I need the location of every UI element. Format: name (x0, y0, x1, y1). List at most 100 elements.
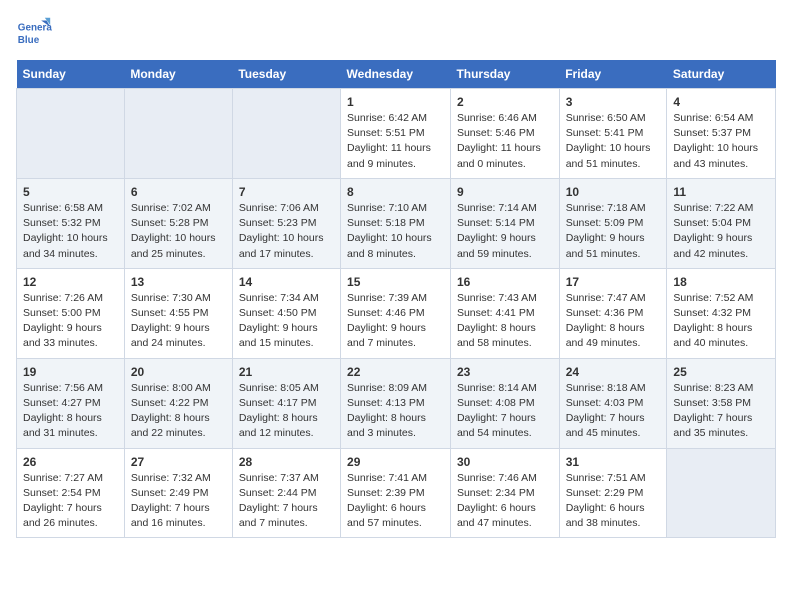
day-number: 23 (457, 365, 553, 379)
day-info: Sunrise: 8:14 AM Sunset: 4:08 PM Dayligh… (457, 381, 553, 442)
calendar-cell: 21Sunrise: 8:05 AM Sunset: 4:17 PM Dayli… (232, 358, 340, 448)
calendar-cell: 29 Sunrise: 7:41 AM Sunset: 2:39 PM Dayli… (341, 448, 451, 538)
day-number: 17 (566, 275, 661, 289)
calendar-cell: 16 Sunrise: 7:43 AM Sunset: 4:41 PM Dayli… (450, 268, 559, 358)
week-row-1: 5 Sunrise: 6:58 AM Sunset: 5:32 PM Daylig… (17, 178, 776, 268)
day-info: Sunrise: 6:58 AM Sunset: 5:32 PM Dayligh… (23, 201, 118, 262)
day-headers-row: SundayMondayTuesdayWednesdayThursdayFrid… (17, 60, 776, 89)
day-info: Sunrise: 7:22 AM Sunset: 5:04 PM Dayligh… (673, 201, 769, 262)
calendar-cell: 27Sunrise: 7:32 AM Sunset: 2:49 PM Dayli… (124, 448, 232, 538)
day-number: 14 (239, 275, 334, 289)
calendar-cell (17, 89, 125, 179)
day-info: Sunrise: 7:02 AM Sunset: 5:28 PM Dayligh… (131, 201, 226, 262)
calendar-cell: 15 Sunrise: 7:39 AM Sunset: 4:46 PM Dayli… (341, 268, 451, 358)
calendar-cell: 14Sunrise: 7:34 AM Sunset: 4:50 PM Dayli… (232, 268, 340, 358)
calendar-cell: 23 Sunrise: 8:14 AM Sunset: 4:08 PM Dayli… (450, 358, 559, 448)
day-info: Sunrise: 7:14 AM Sunset: 5:14 PM Dayligh… (457, 201, 553, 262)
logo-icon: General Blue (16, 16, 52, 52)
week-row-2: 12 Sunrise: 7:26 AM Sunset: 5:00 PM Dayli… (17, 268, 776, 358)
calendar-cell (124, 89, 232, 179)
day-number: 6 (131, 185, 226, 199)
calendar-cell: 28 Sunrise: 7:37 AM Sunset: 2:44 PM Dayli… (232, 448, 340, 538)
day-info: Sunrise: 7:51 AM Sunset: 2:29 PM Dayligh… (566, 471, 661, 532)
day-number: 26 (23, 455, 118, 469)
calendar-cell: 20 Sunrise: 8:00 AM Sunset: 4:22 PM Dayli… (124, 358, 232, 448)
day-number: 3 (566, 95, 661, 109)
day-number: 4 (673, 95, 769, 109)
day-number: 11 (673, 185, 769, 199)
calendar-cell: 8 Sunrise: 7:10 AM Sunset: 5:18 PM Daylig… (341, 178, 451, 268)
day-number: 12 (23, 275, 118, 289)
day-info: Sunrise: 6:42 AM Sunset: 5:51 PM Dayligh… (347, 111, 444, 172)
day-header-friday: Friday (559, 60, 667, 89)
calendar-cell: 31 Sunrise: 7:51 AM Sunset: 2:29 PM Dayli… (559, 448, 667, 538)
day-number: 24 (566, 365, 661, 379)
day-number: 28 (239, 455, 334, 469)
day-number: 15 (347, 275, 444, 289)
calendar-cell (667, 448, 776, 538)
calendar-cell: 9Sunrise: 7:14 AM Sunset: 5:14 PM Daylig… (450, 178, 559, 268)
day-number: 19 (23, 365, 118, 379)
day-number: 22 (347, 365, 444, 379)
calendar-cell: 26 Sunrise: 7:27 AM Sunset: 2:54 PM Dayli… (17, 448, 125, 538)
week-row-0: 1Sunrise: 6:42 AM Sunset: 5:51 PM Daylig… (17, 89, 776, 179)
day-number: 2 (457, 95, 553, 109)
day-number: 16 (457, 275, 553, 289)
calendar-table: SundayMondayTuesdayWednesdayThursdayFrid… (16, 60, 776, 538)
calendar-cell: 13 Sunrise: 7:30 AM Sunset: 4:55 PM Dayli… (124, 268, 232, 358)
calendar-cell: 19 Sunrise: 7:56 AM Sunset: 4:27 PM Dayli… (17, 358, 125, 448)
calendar-cell: 3 Sunrise: 6:50 AM Sunset: 5:41 PM Daylig… (559, 89, 667, 179)
calendar-cell: 25 Sunrise: 8:23 AM Sunset: 3:58 PM Dayli… (667, 358, 776, 448)
day-info: Sunrise: 7:39 AM Sunset: 4:46 PM Dayligh… (347, 291, 444, 352)
day-info: Sunrise: 7:43 AM Sunset: 4:41 PM Dayligh… (457, 291, 553, 352)
day-info: Sunrise: 7:06 AM Sunset: 5:23 PM Dayligh… (239, 201, 334, 262)
day-info: Sunrise: 6:46 AM Sunset: 5:46 PM Dayligh… (457, 111, 553, 172)
day-number: 31 (566, 455, 661, 469)
week-row-3: 19 Sunrise: 7:56 AM Sunset: 4:27 PM Dayli… (17, 358, 776, 448)
day-header-monday: Monday (124, 60, 232, 89)
day-info: Sunrise: 7:47 AM Sunset: 4:36 PM Dayligh… (566, 291, 661, 352)
day-number: 13 (131, 275, 226, 289)
day-number: 8 (347, 185, 444, 199)
day-info: Sunrise: 8:23 AM Sunset: 3:58 PM Dayligh… (673, 381, 769, 442)
day-number: 25 (673, 365, 769, 379)
day-info: Sunrise: 7:46 AM Sunset: 2:34 PM Dayligh… (457, 471, 553, 532)
svg-text:Blue: Blue (18, 35, 40, 46)
calendar-cell: 1Sunrise: 6:42 AM Sunset: 5:51 PM Daylig… (341, 89, 451, 179)
day-info: Sunrise: 7:10 AM Sunset: 5:18 PM Dayligh… (347, 201, 444, 262)
calendar-cell (232, 89, 340, 179)
day-header-wednesday: Wednesday (341, 60, 451, 89)
day-number: 27 (131, 455, 226, 469)
calendar-cell: 4 Sunrise: 6:54 AM Sunset: 5:37 PM Daylig… (667, 89, 776, 179)
calendar-cell: 5 Sunrise: 6:58 AM Sunset: 5:32 PM Daylig… (17, 178, 125, 268)
day-info: Sunrise: 7:56 AM Sunset: 4:27 PM Dayligh… (23, 381, 118, 442)
day-header-saturday: Saturday (667, 60, 776, 89)
day-info: Sunrise: 6:54 AM Sunset: 5:37 PM Dayligh… (673, 111, 769, 172)
day-info: Sunrise: 7:18 AM Sunset: 5:09 PM Dayligh… (566, 201, 661, 262)
day-info: Sunrise: 7:26 AM Sunset: 5:00 PM Dayligh… (23, 291, 118, 352)
calendar-cell: 18Sunrise: 7:52 AM Sunset: 4:32 PM Dayli… (667, 268, 776, 358)
day-info: Sunrise: 8:00 AM Sunset: 4:22 PM Dayligh… (131, 381, 226, 442)
calendar-cell: 17 Sunrise: 7:47 AM Sunset: 4:36 PM Dayli… (559, 268, 667, 358)
day-info: Sunrise: 7:30 AM Sunset: 4:55 PM Dayligh… (131, 291, 226, 352)
day-number: 5 (23, 185, 118, 199)
day-info: Sunrise: 8:18 AM Sunset: 4:03 PM Dayligh… (566, 381, 661, 442)
calendar-cell: 10 Sunrise: 7:18 AM Sunset: 5:09 PM Dayli… (559, 178, 667, 268)
day-header-tuesday: Tuesday (232, 60, 340, 89)
day-number: 10 (566, 185, 661, 199)
day-number: 7 (239, 185, 334, 199)
day-info: Sunrise: 6:50 AM Sunset: 5:41 PM Dayligh… (566, 111, 661, 172)
calendar-cell: 11 Sunrise: 7:22 AM Sunset: 5:04 PM Dayli… (667, 178, 776, 268)
day-number: 29 (347, 455, 444, 469)
week-row-4: 26 Sunrise: 7:27 AM Sunset: 2:54 PM Dayli… (17, 448, 776, 538)
day-info: Sunrise: 7:37 AM Sunset: 2:44 PM Dayligh… (239, 471, 334, 532)
calendar-cell: 2 Sunrise: 6:46 AM Sunset: 5:46 PM Daylig… (450, 89, 559, 179)
day-header-thursday: Thursday (450, 60, 559, 89)
day-number: 18 (673, 275, 769, 289)
calendar-cell: 22 Sunrise: 8:09 AM Sunset: 4:13 PM Dayli… (341, 358, 451, 448)
day-info: Sunrise: 8:09 AM Sunset: 4:13 PM Dayligh… (347, 381, 444, 442)
calendar-cell: 12 Sunrise: 7:26 AM Sunset: 5:00 PM Dayli… (17, 268, 125, 358)
day-number: 20 (131, 365, 226, 379)
day-info: Sunrise: 7:41 AM Sunset: 2:39 PM Dayligh… (347, 471, 444, 532)
day-info: Sunrise: 7:27 AM Sunset: 2:54 PM Dayligh… (23, 471, 118, 532)
